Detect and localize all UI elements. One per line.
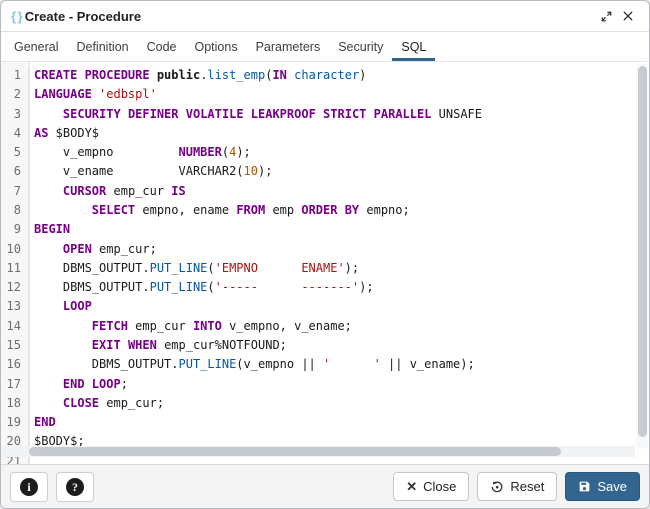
line-number: 4 <box>1 124 29 143</box>
line-number: 9 <box>1 220 29 239</box>
line-number: 1 <box>1 66 29 85</box>
line-content: END <box>29 413 56 432</box>
line-number: 11 <box>1 259 29 278</box>
save-button[interactable]: Save <box>565 472 640 501</box>
line-number: 5 <box>1 143 29 162</box>
line-number: 2 <box>1 85 29 104</box>
line-number: 7 <box>1 182 29 201</box>
reset-button[interactable]: Reset <box>477 472 557 501</box>
tab-general[interactable]: General <box>5 32 67 61</box>
line-content: FETCH emp_cur INTO v_empno, v_ename; <box>29 317 352 336</box>
close-icon[interactable] <box>617 5 639 27</box>
tab-options[interactable]: Options <box>186 32 247 61</box>
code-line: 13 LOOP <box>1 297 649 316</box>
line-number: 19 <box>1 413 29 432</box>
line-number: 16 <box>1 355 29 374</box>
line-number: 14 <box>1 317 29 336</box>
tab-parameters[interactable]: Parameters <box>247 32 330 61</box>
braces-icon: { } <box>11 9 22 24</box>
help-button[interactable]: ? <box>56 472 94 502</box>
horizontal-scrollbar-thumb[interactable] <box>29 447 561 456</box>
line-content: DBMS_OUTPUT.PUT_LINE(v_empno || ' ' || v… <box>29 355 475 374</box>
line-content: EXIT WHEN emp_cur%NOTFOUND; <box>29 336 287 355</box>
code-line: 19END <box>1 413 649 432</box>
line-content: LANGUAGE 'edbspl' <box>29 85 157 104</box>
line-content: LOOP <box>29 297 92 316</box>
code-line: 14 FETCH emp_cur INTO v_empno, v_ename; <box>1 317 649 336</box>
code-line: 2LANGUAGE 'edbspl' <box>1 85 649 104</box>
save-button-label: Save <box>597 479 627 494</box>
code-line: 1CREATE PROCEDURE public.list_emp(IN cha… <box>1 66 649 85</box>
line-content: v_ename VARCHAR2(10); <box>29 162 272 181</box>
tab-definition[interactable]: Definition <box>67 32 137 61</box>
reset-button-label: Reset <box>510 479 544 494</box>
code-line: 8 SELECT empno, ename FROM emp ORDER BY … <box>1 201 649 220</box>
sql-info-button[interactable]: i <box>10 472 48 502</box>
code-line: 6 v_ename VARCHAR2(10); <box>1 162 649 181</box>
code-line: 10 OPEN emp_cur; <box>1 240 649 259</box>
expand-icon[interactable] <box>595 5 617 27</box>
titlebar: { } Create - Procedure <box>1 1 649 32</box>
code-line: 7 CURSOR emp_cur IS <box>1 182 649 201</box>
line-content: CREATE PROCEDURE public.list_emp(IN char… <box>29 66 366 85</box>
line-content: AS $BODY$ <box>29 124 99 143</box>
code-line: 5 v_empno NUMBER(4); <box>1 143 649 162</box>
line-number: 8 <box>1 201 29 220</box>
line-number: 13 <box>1 297 29 316</box>
close-x-icon: ✕ <box>406 479 417 495</box>
code-line: 18 CLOSE emp_cur; <box>1 394 649 413</box>
tab-code[interactable]: Code <box>138 32 186 61</box>
sql-editor[interactable]: 1CREATE PROCEDURE public.list_emp(IN cha… <box>1 62 649 464</box>
footer: i ? ✕ Close Reset <box>1 464 649 508</box>
code-line: 4AS $BODY$ <box>1 124 649 143</box>
code-line: 16 DBMS_OUTPUT.PUT_LINE(v_empno || ' ' |… <box>1 355 649 374</box>
code-line: 11 DBMS_OUTPUT.PUT_LINE('EMPNO ENAME'); <box>1 259 649 278</box>
line-content: SELECT empno, ename FROM emp ORDER BY em… <box>29 201 410 220</box>
line-number: 18 <box>1 394 29 413</box>
tab-sql[interactable]: SQL <box>392 32 435 61</box>
line-number: 3 <box>1 105 29 124</box>
line-number: 17 <box>1 375 29 394</box>
line-number: 10 <box>1 240 29 259</box>
horizontal-scrollbar[interactable] <box>1 446 635 457</box>
line-content: BEGIN <box>29 220 70 239</box>
help-icon: ? <box>66 478 84 496</box>
code-line: 15 EXIT WHEN emp_cur%NOTFOUND; <box>1 336 649 355</box>
line-number: 12 <box>1 278 29 297</box>
tab-security[interactable]: Security <box>329 32 392 61</box>
line-number: 6 <box>1 162 29 181</box>
line-content: DBMS_OUTPUT.PUT_LINE('----- -------'); <box>29 278 374 297</box>
code-line: 3 SECURITY DEFINER VOLATILE LEAKPROOF ST… <box>1 105 649 124</box>
code-line: 9BEGIN <box>1 220 649 239</box>
vertical-scrollbar-thumb[interactable] <box>638 66 647 437</box>
line-content: DBMS_OUTPUT.PUT_LINE('EMPNO ENAME'); <box>29 259 359 278</box>
tab-bar: GeneralDefinitionCodeOptionsParametersSe… <box>1 32 649 62</box>
reset-undo-icon <box>490 480 504 494</box>
line-content: OPEN emp_cur; <box>29 240 157 259</box>
save-floppy-icon <box>578 480 591 493</box>
line-number: 15 <box>1 336 29 355</box>
close-button[interactable]: ✕ Close <box>393 472 469 501</box>
code-area: 1CREATE PROCEDURE public.list_emp(IN cha… <box>1 66 649 464</box>
line-content: SECURITY DEFINER VOLATILE LEAKPROOF STRI… <box>29 105 482 124</box>
line-content: v_empno NUMBER(4); <box>29 143 251 162</box>
info-icon: i <box>20 478 38 496</box>
create-procedure-dialog: { } Create - Procedure GeneralDefinition… <box>0 0 650 509</box>
vertical-scrollbar[interactable] <box>636 63 648 449</box>
code-line: 17 END LOOP; <box>1 375 649 394</box>
close-button-label: Close <box>423 479 456 494</box>
line-content: END LOOP; <box>29 375 128 394</box>
line-content: CURSOR emp_cur IS <box>29 182 186 201</box>
dialog-title: Create - Procedure <box>25 9 141 24</box>
code-line: 12 DBMS_OUTPUT.PUT_LINE('----- -------')… <box>1 278 649 297</box>
line-content: CLOSE emp_cur; <box>29 394 164 413</box>
